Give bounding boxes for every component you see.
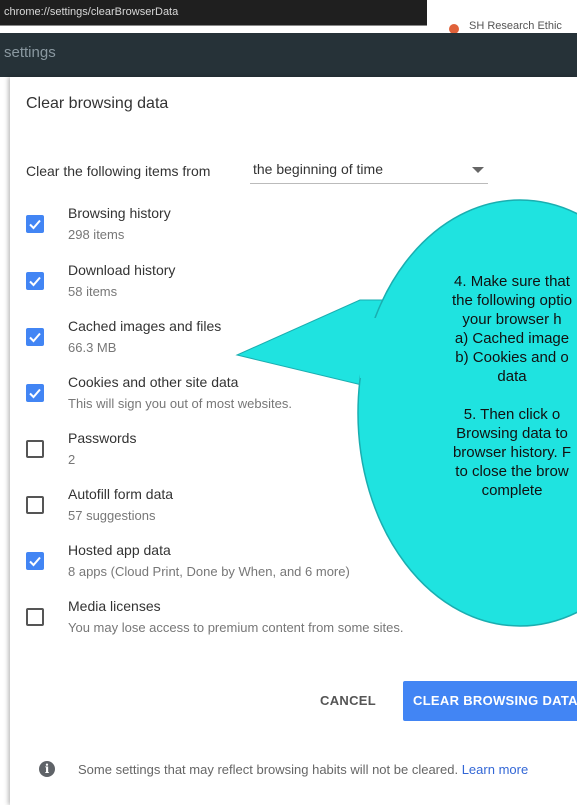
callout-line: complete [481,482,543,499]
info-icon: i [39,761,55,777]
callout-line: to close the brow [455,463,569,480]
callout-line [392,386,577,405]
clear-browsing-data-button[interactable]: CLEAR BROWSING DATA [403,681,577,721]
footer-text: Some settings that may reflect browsing … [78,762,459,777]
item-title: Browsing history [68,205,171,221]
checkmark-icon [29,388,41,399]
tab-strip-fragment: SH Research Ethic [427,0,577,34]
cancel-button[interactable]: CANCEL [310,681,386,721]
dropdown-caret-icon [472,167,484,173]
tab-title[interactable]: SH Research Ethic [469,20,562,32]
dialog-title: Clear browsing data [26,95,169,112]
list-item[interactable]: Browsing history 298 items [26,205,566,255]
footer-notice: Some settings that may reflect browsing … [78,759,577,781]
item-subtitle: You may lose access to premium content f… [68,620,404,635]
checkmark-icon [29,556,41,567]
checkbox[interactable] [26,384,44,402]
callout-line: 4. Make sure that [454,273,570,290]
item-title: Media licenses [68,598,161,614]
item-subtitle: 298 items [68,227,125,242]
checkmark-icon [29,276,41,287]
checkbox[interactable] [26,440,44,458]
item-title: Autofill form data [68,486,174,502]
callout-line: 5. Then click o [463,406,561,423]
checkbox[interactable] [26,608,44,626]
checkbox[interactable] [26,328,44,346]
address-bar[interactable]: chrome://settings/clearBrowserData [0,0,427,26]
item-subtitle: 66.3 MB [68,340,117,355]
callout-line: Browsing data to [456,425,568,442]
callout-line: b) Cookies and o [455,349,569,366]
item-title: Cached images and files [68,318,222,334]
item-title: Download history [68,262,176,278]
settings-title: settings [4,44,56,61]
item-subtitle: 2 [68,452,76,467]
learn-more-link[interactable]: Learn more [462,762,528,777]
checkbox[interactable] [26,215,44,233]
callout-text: 4. Make sure that the following optio yo… [392,272,577,500]
callout-line: a) Cached image [454,330,570,347]
item-subtitle: 8 apps (Cloud Print, Done by When, and 6… [68,564,350,579]
time-range-value: the beginning of time [253,161,383,177]
checkbox[interactable] [26,272,44,290]
item-subtitle: 58 items [68,284,118,299]
list-item[interactable]: Hosted app data 8 apps (Cloud Print, Done… [26,542,566,592]
checkmark-icon [29,219,41,230]
callout-line: data [497,368,527,385]
item-subtitle: 57 suggestions [68,508,156,523]
item-title: Hosted app data [68,542,171,558]
callout-line: the following optio [451,292,573,309]
checkmark-icon [29,332,41,343]
checkbox[interactable] [26,552,44,570]
url-text: chrome://settings/clearBrowserData [4,6,179,18]
item-title: Passwords [68,430,137,446]
callout-line: browser history. F [452,444,572,461]
time-range-label: Clear the following items from [26,163,211,179]
list-item[interactable]: Media licenses You may lose access to pre… [26,598,566,648]
settings-header: settings [0,33,577,77]
checkbox[interactable] [26,496,44,514]
item-title: Cookies and other site data [68,374,239,390]
time-range-select[interactable]: the beginning of time [250,157,488,184]
callout-line: your browser h [462,311,562,328]
item-subtitle: This will sign you out of most websites. [68,396,292,411]
